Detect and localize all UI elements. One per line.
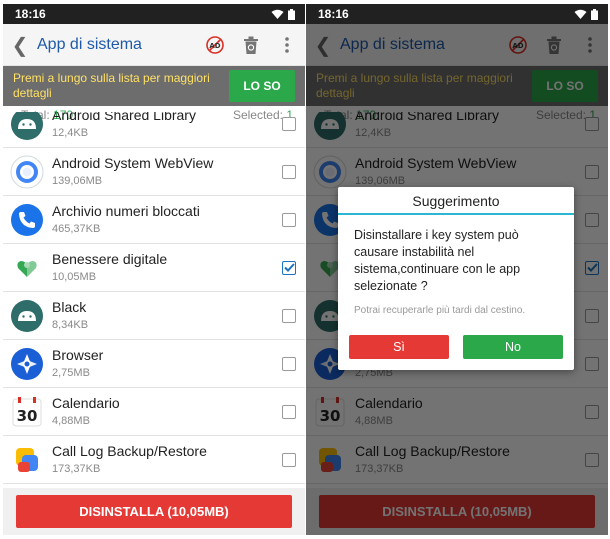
app-bar: ❮ App di sistema AD (3, 24, 305, 66)
calendar-icon: 30 (3, 395, 51, 429)
app-size: 4,88MB (52, 415, 90, 427)
dialog-title: Suggerimento (338, 187, 574, 215)
uninstall-button[interactable]: DISINSTALLA (10,05MB) (16, 495, 292, 528)
status-time: 18:16 (15, 7, 46, 21)
list-item[interactable]: Call Log Backup/Restore 173,37KB (3, 436, 305, 484)
app-name: Browser (52, 347, 104, 363)
confirm-yes-button[interactable]: Sì (349, 335, 449, 359)
app-checkbox[interactable] (282, 452, 296, 467)
screen-right: 18:16 ❮ App di sistema AD Premi a lungo … (306, 4, 608, 535)
app-name: Call Log Backup/Restore (52, 443, 207, 459)
app-checkbox[interactable] (282, 164, 296, 179)
ad-blocked-icon[interactable]: AD (197, 35, 233, 55)
confirm-no-button[interactable]: No (463, 335, 563, 359)
list-item[interactable]: 30 Calendario 4,88MB (3, 388, 305, 436)
app-size: 2,75MB (52, 367, 90, 379)
phone-icon (3, 203, 51, 237)
app-list[interactable]: Android Shared Library 12,4KB Android Sys… (3, 112, 305, 489)
battery-icon (591, 8, 598, 20)
list-item[interactable]: Android System WebView 139,06MB (3, 148, 305, 196)
svg-text:AD: AD (209, 42, 220, 50)
list-item[interactable]: Black 8,34KB (3, 292, 305, 340)
confirm-dialog: Suggerimento Disinstallare i key system … (338, 187, 574, 370)
app-name: Black (52, 299, 87, 315)
dialog-message: Disinstallare i key system può causare i… (354, 228, 521, 293)
webview-icon (3, 155, 51, 189)
app-name: Benessere digitale (52, 251, 168, 267)
app-size: 8,34KB (52, 319, 89, 331)
app-size: 10,05MB (52, 271, 97, 283)
app-checkbox[interactable] (282, 404, 296, 419)
status-bar: 18:16 (306, 4, 608, 24)
list-item[interactable]: Archivio numeri bloccati 465,37KB (3, 196, 305, 244)
call-log-icon (3, 443, 51, 477)
bottom-bar: DISINSTALLA (10,05MB) (3, 488, 305, 535)
battery-icon (288, 8, 295, 20)
status-bar: 18:16 (3, 4, 305, 24)
wifi-icon (271, 9, 284, 19)
browser-icon (3, 347, 51, 381)
hint-banner: Premi a lungo sulla lista per maggiori d… (3, 66, 305, 106)
app-checkbox[interactable] (282, 356, 296, 371)
app-name: Android System WebView (52, 155, 214, 171)
app-name: Calendario (52, 395, 120, 411)
app-size: 173,37KB (52, 463, 101, 475)
app-checkbox[interactable] (282, 308, 296, 323)
app-checkbox[interactable] (282, 212, 296, 227)
app-size: 139,06MB (52, 175, 103, 187)
page-title: App di sistema (37, 35, 142, 53)
wifi-icon (574, 9, 587, 19)
list-item[interactable]: Browser 2,75MB (3, 340, 305, 388)
list-item[interactable]: Android Shared Library 12,4KB (3, 112, 305, 148)
app-size: 465,37KB (52, 223, 101, 235)
android-icon (3, 299, 51, 333)
app-checkbox[interactable] (282, 116, 296, 131)
hint-text: Premi a lungo sulla lista per maggiori d… (13, 71, 210, 100)
app-name: Android Shared Library (52, 112, 196, 123)
screen-left: 18:16 ❮ App di sistema AD Premi a lungo … (3, 4, 305, 535)
svg-text:30: 30 (17, 407, 38, 425)
dismiss-hint-button[interactable]: LO SO (229, 70, 295, 102)
app-checkbox[interactable] (282, 260, 296, 275)
dialog-note: Potrai recuperarle più tardi dal cestino… (354, 305, 526, 316)
status-time: 18:16 (318, 7, 349, 21)
back-icon[interactable]: ❮ (3, 33, 37, 57)
digital-wellbeing-icon (3, 251, 51, 285)
app-name: Archivio numeri bloccati (52, 203, 200, 219)
more-vert-icon[interactable] (269, 36, 305, 54)
recycle-bin-icon[interactable] (233, 35, 269, 55)
app-size: 12,4KB (52, 127, 89, 139)
android-icon (3, 112, 51, 141)
list-item[interactable]: Benessere digitale 10,05MB (3, 244, 305, 292)
